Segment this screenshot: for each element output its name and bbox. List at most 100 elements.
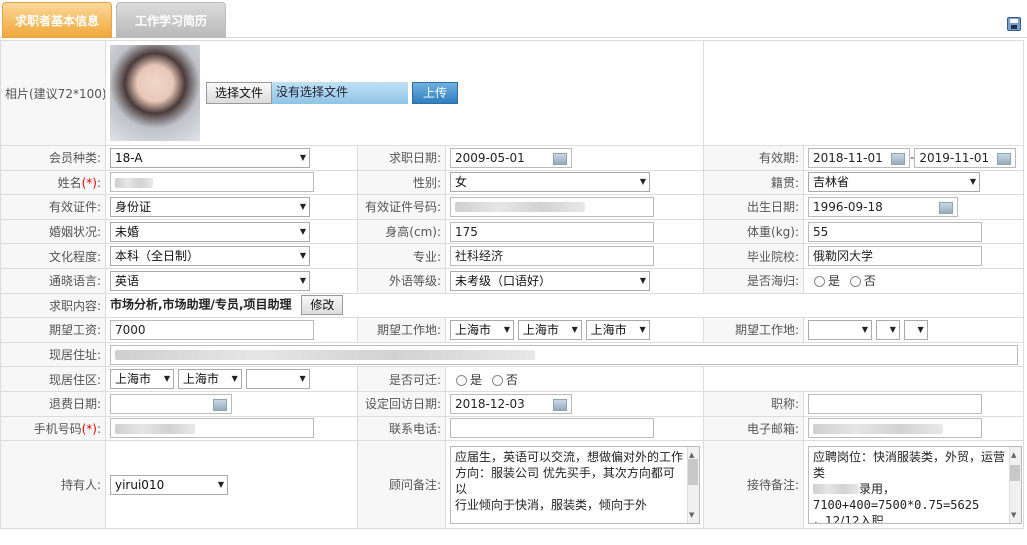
address-input[interactable] bbox=[110, 344, 1018, 365]
work-city-select[interactable]: 上海市 bbox=[517, 319, 582, 340]
work2-province-select[interactable] bbox=[808, 319, 873, 340]
address-label: 现居住址: bbox=[0, 341, 106, 368]
email-label: 电子邮箱: bbox=[703, 415, 805, 442]
work-location2-label: 期望工作地: bbox=[703, 317, 805, 343]
work2-city-select[interactable] bbox=[875, 319, 900, 340]
calendar-icon[interactable] bbox=[213, 398, 227, 411]
reception-note-textarea[interactable]: 应聘岗位：快消服装类，外贸，运营类 录用， 7100+400=7500*0.75… bbox=[808, 445, 1023, 524]
redacted-text bbox=[115, 423, 195, 434]
work-district-select[interactable]: 上海市 bbox=[585, 319, 650, 340]
photo-cell: 选择文件 没有选择文件 上传 bbox=[104, 40, 705, 146]
mobile-input[interactable] bbox=[110, 418, 314, 439]
overseas-no-radio[interactable] bbox=[849, 276, 861, 288]
id-type-label: 有效证件: bbox=[0, 194, 106, 220]
gender-select[interactable]: 女 bbox=[450, 172, 650, 193]
file-status: 没有选择文件 bbox=[272, 82, 409, 104]
marital-select[interactable]: 未婚 bbox=[110, 221, 310, 242]
salary-label: 期望工资: bbox=[0, 317, 106, 343]
school-label: 毕业院校: bbox=[703, 243, 805, 269]
residence-province-select[interactable]: 上海市 bbox=[110, 369, 174, 390]
job-intent-label: 求职内容: bbox=[0, 292, 106, 319]
reception-note-label: 接待备注: bbox=[703, 440, 805, 530]
origin-label: 籍贯: bbox=[703, 169, 805, 196]
redacted-text bbox=[813, 484, 860, 495]
holder-select[interactable]: yirui010 bbox=[110, 474, 228, 495]
overseas-yes-radio[interactable] bbox=[814, 276, 826, 288]
phone-input[interactable] bbox=[450, 418, 654, 439]
tab-bar: 求职者基本信息 工作学习简历 bbox=[0, 0, 1027, 38]
residence-area-label: 现居住区: bbox=[0, 366, 106, 392]
consultant-note-textarea[interactable]: 应届生，英语可以交流，想做偏对外的工作 方向：服装公司 优先买手，其次方向都可以… bbox=[450, 445, 700, 524]
education-label: 文化程度: bbox=[0, 243, 106, 269]
relocate-label: 是否可迁: bbox=[357, 366, 446, 392]
calendar-icon[interactable] bbox=[939, 201, 954, 214]
photo-label: 相片(建议72*100): bbox=[0, 40, 106, 146]
work-province-select[interactable]: 上海市 bbox=[450, 319, 514, 340]
valid-period-label: 有效期: bbox=[703, 145, 805, 171]
weight-input[interactable]: 55 bbox=[808, 221, 983, 242]
visit-date-input[interactable]: 2018-12-03 bbox=[450, 393, 572, 414]
language-label: 通晓语言: bbox=[0, 267, 106, 294]
scrollbar[interactable] bbox=[1009, 446, 1022, 523]
language-level-label: 外语等级: bbox=[357, 267, 446, 294]
save-icon[interactable] bbox=[1007, 17, 1021, 31]
work2-district-select[interactable] bbox=[903, 319, 928, 340]
calendar-icon[interactable] bbox=[553, 398, 567, 411]
email-input[interactable] bbox=[808, 418, 983, 439]
relocate-yes-radio[interactable] bbox=[456, 374, 467, 386]
modify-job-button[interactable]: 修改 bbox=[301, 295, 344, 316]
birth-date-input[interactable]: 1996-09-18 bbox=[808, 196, 959, 217]
redacted-text bbox=[455, 202, 585, 213]
language-level-select[interactable]: 未考级（口语好） bbox=[450, 270, 650, 291]
height-label: 身高(cm): bbox=[357, 218, 446, 245]
refund-date-input[interactable] bbox=[110, 393, 232, 414]
height-input[interactable]: 175 bbox=[450, 221, 654, 242]
name-input[interactable] bbox=[110, 172, 314, 193]
apply-date-input[interactable]: 2009-05-01 bbox=[450, 147, 572, 168]
redacted-text bbox=[813, 423, 944, 434]
consultant-note-label: 顾问备注: bbox=[357, 440, 446, 530]
marital-label: 婚姻状况: bbox=[0, 218, 106, 245]
id-type-select[interactable]: 身份证 bbox=[110, 196, 310, 217]
residence-city-select[interactable]: 上海市 bbox=[177, 369, 242, 390]
education-select[interactable]: 本科（全日制） bbox=[110, 246, 310, 267]
phone-label: 联系电话: bbox=[357, 415, 446, 442]
calendar-icon[interactable] bbox=[553, 152, 567, 165]
name-label: 姓名(*): bbox=[0, 169, 106, 196]
tab-work-study-resume[interactable]: 工作学习简历 bbox=[116, 2, 226, 38]
overseas-label: 是否海归: bbox=[703, 267, 805, 294]
gender-label: 性别: bbox=[357, 169, 446, 196]
applicant-form: 相片(建议72*100): 选择文件 没有选择文件 上传 会员种类: 18-A … bbox=[0, 40, 1025, 530]
apply-date-label: 求职日期: bbox=[357, 145, 446, 171]
salary-input[interactable]: 7000 bbox=[110, 319, 314, 340]
relocate-no-radio[interactable] bbox=[491, 374, 503, 386]
redacted-text bbox=[115, 177, 153, 188]
valid-to-input[interactable]: 2019-11-01 bbox=[914, 147, 1017, 168]
member-type-label: 会员种类: bbox=[0, 145, 106, 171]
work-location-label: 期望工作地: bbox=[357, 317, 446, 343]
weight-label: 体重(kg): bbox=[703, 218, 805, 245]
school-input[interactable]: 俄勒冈大学 bbox=[808, 246, 983, 267]
holder-label: 持有人: bbox=[0, 440, 106, 530]
job-title-label: 职称: bbox=[703, 390, 805, 417]
residence-district-select[interactable] bbox=[245, 369, 310, 390]
redacted-text bbox=[115, 350, 535, 361]
calendar-icon[interactable] bbox=[997, 152, 1012, 165]
choose-file-button[interactable]: 选择文件 bbox=[206, 82, 273, 104]
major-input[interactable]: 社科经济 bbox=[450, 246, 654, 267]
language-select[interactable]: 英语 bbox=[110, 270, 310, 291]
birth-date-label: 出生日期: bbox=[703, 194, 805, 220]
valid-from-input[interactable]: 2018-11-01 bbox=[808, 147, 911, 168]
origin-select[interactable]: 吉林省 bbox=[808, 172, 981, 193]
refund-date-label: 退费日期: bbox=[0, 390, 106, 417]
tab-basic-info[interactable]: 求职者基本信息 bbox=[2, 2, 112, 38]
job-intent-value: 市场分析,市场助理/专员,项目助理 bbox=[110, 297, 292, 312]
id-number-input[interactable] bbox=[450, 196, 654, 217]
member-type-select[interactable]: 18-A bbox=[110, 147, 310, 168]
calendar-icon[interactable] bbox=[891, 152, 906, 165]
visit-date-label: 设定回访日期: bbox=[357, 390, 446, 417]
upload-button[interactable]: 上传 bbox=[412, 82, 459, 104]
job-title-input[interactable] bbox=[808, 393, 983, 414]
mobile-label: 手机号码(*): bbox=[0, 415, 106, 442]
major-label: 专业: bbox=[357, 243, 446, 269]
